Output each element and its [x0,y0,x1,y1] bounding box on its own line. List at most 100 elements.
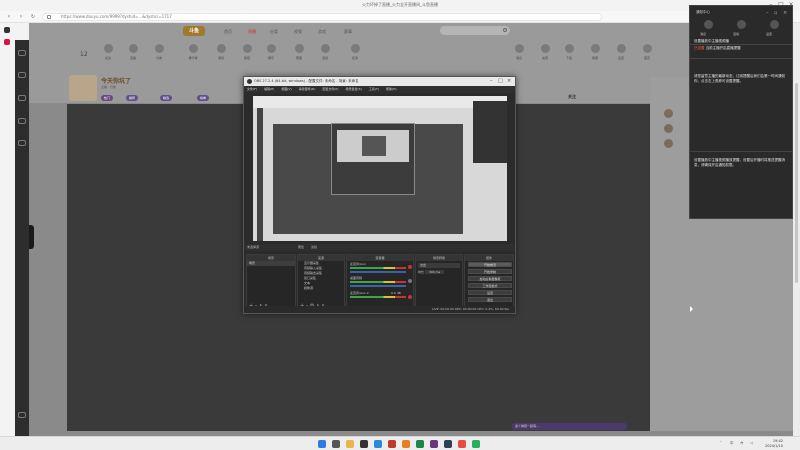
close-icon[interactable]: × [783,10,787,16]
obs-preview[interactable] [253,96,507,241]
mute-icon[interactable] [408,295,412,299]
sidebar-collapse-handle[interactable] [29,225,34,249]
pin-icon[interactable]: ▫ [774,10,777,16]
volume-slider[interactable] [350,285,406,287]
category-item[interactable]: 任务 [346,44,364,68]
volume-slider[interactable] [350,271,406,273]
category-item[interactable]: 排行榜 [184,44,202,68]
menu-profile[interactable]: 配置文件(P) [322,87,338,91]
source-item[interactable]: 媒体源 [304,286,344,291]
scene-item[interactable]: 场景 [247,261,295,266]
streamer-tag[interactable]: 榜单 [197,95,210,101]
avatar[interactable] [664,109,673,118]
filters-button[interactable]: 滤镜 [311,245,317,249]
category-item[interactable]: 设置 [612,44,630,68]
streamer-avatar[interactable] [69,75,97,101]
avatar[interactable] [664,124,673,133]
notification-paragraph[interactable]: 请您留意主播的最新动态，订阅提醒后我们会第一时间通知你，点击右上角即可设置提醒。 [694,74,790,84]
app-icon[interactable] [458,440,466,448]
start-icon[interactable] [318,440,326,448]
category-item[interactable]: 关注 [99,44,117,68]
site-logo[interactable]: 斗鱼 [183,26,205,36]
scrollbar-thumb[interactable] [795,83,798,283]
gear-icon[interactable] [770,20,779,29]
mute-icon[interactable] [408,265,412,269]
mute-icon[interactable] [408,279,412,283]
menu-edit[interactable]: 编辑(E) [264,87,274,91]
category-item[interactable]: 消息 [510,44,528,68]
refresh-icon[interactable]: ↻ [30,14,36,20]
virtual-camera-button[interactable]: 启动虚拟摄像机 [468,276,512,281]
nav-game[interactable]: 游戏 [318,29,326,35]
game-icon[interactable] [18,140,26,146]
settings-icon[interactable] [18,412,26,418]
app-icon[interactable] [388,440,396,448]
follow-icon[interactable] [18,72,26,78]
category-item[interactable]: 鱼吧 [238,44,256,68]
notification-line[interactable]: 设置播放中主播视频播 [694,39,790,44]
transition-select[interactable]: 淡出 [418,263,460,268]
tab-settings[interactable]: 设置 [766,32,772,36]
follow-button[interactable]: 关注 [568,94,576,100]
app-icon[interactable] [430,440,438,448]
menu-help[interactable]: 帮助(H) [386,87,397,91]
minimize-icon[interactable]: – [766,10,769,16]
minimize-icon[interactable]: – [490,77,493,86]
close-icon[interactable]: × [507,77,511,86]
start-recording-button[interactable]: 开始录制 [468,269,512,274]
menu-view[interactable]: 视图(V) [281,87,291,91]
menu-docks[interactable]: 停靠部件(D) [299,87,316,91]
streamer-tag[interactable]: 推荐 [126,95,139,101]
search-icon[interactable] [503,28,507,32]
home-icon[interactable] [18,50,26,56]
url-input[interactable]: https://www.douyu.com/9999?dyshid=...&dy… [42,13,602,21]
menu-tools[interactable]: 工具(T) [369,87,379,91]
tab-messages[interactable]: 消息 [700,32,706,36]
chevron-up-icon[interactable]: ˄ [720,441,722,445]
streamer-name[interactable]: 今天你坑了 [101,76,131,85]
nav-category[interactable]: 分类 [270,29,278,35]
nav-live[interactable]: 直播 [248,29,256,35]
category-item[interactable]: 首页 [638,44,656,68]
video-icon[interactable] [18,118,26,124]
category-item[interactable]: 活动 [316,44,334,68]
settings-button[interactable]: 设置 [468,290,512,295]
volume-icon[interactable]: ◁ [750,441,753,445]
activity-icon[interactable] [737,20,746,29]
message-icon[interactable] [704,20,713,29]
danmu-input[interactable]: 发个弹幕一起嗨... [512,423,627,430]
notification-paragraph[interactable]: 设置播放中主播视频播放提醒，设置后开播时将推送提醒消息，请确保开启通知权限。 [694,158,790,168]
app-icon[interactable] [444,440,452,448]
back-icon[interactable]: ‹ [6,14,12,20]
category-icon[interactable] [18,95,26,101]
search-icon[interactable] [332,440,340,448]
wifi-icon[interactable]: ◔ [740,441,743,445]
nav-video[interactable]: 视频 [294,29,302,35]
nav-esports[interactable]: 赛事 [344,29,352,35]
category-item[interactable]: 娱乐 [262,44,280,68]
browser-tab-title[interactable]: 火力坏掉了直播_火力全开直播间_斗鱼直播 [300,2,500,8]
tab-activity[interactable]: 活动 [733,32,739,36]
streamer-tag[interactable]: 精选 [160,95,173,101]
page-scrollbar[interactable] [793,23,800,438]
studio-mode-button[interactable]: 工作室模式 [468,283,512,288]
nav-home[interactable]: 首页 [224,29,232,35]
category-item[interactable]: 赛事 [290,44,308,68]
file-explorer-icon[interactable] [346,440,354,448]
category-item[interactable]: 分类 [150,44,168,68]
app-icon[interactable] [402,440,410,448]
category-item[interactable]: 客服 [586,44,604,68]
properties-button[interactable]: 属性 [298,245,304,249]
obs-icon[interactable] [360,440,368,448]
start-streaming-button[interactable]: 开始推流 [468,262,512,267]
maximize-icon[interactable]: □ [498,77,503,86]
menu-scene-collection[interactable]: 场景集合(S) [346,87,362,91]
language-indicator[interactable]: 中 [730,441,734,446]
menu-file[interactable]: 文件(F) [247,87,257,91]
browser-favorite-icon[interactable] [4,39,10,45]
category-item[interactable]: 直播 [124,44,142,68]
category-item[interactable]: 游戏 [212,44,230,68]
category-item[interactable]: 充值 [536,44,554,68]
forward-icon[interactable]: › [18,14,24,20]
browser-app-icon[interactable] [4,27,10,33]
